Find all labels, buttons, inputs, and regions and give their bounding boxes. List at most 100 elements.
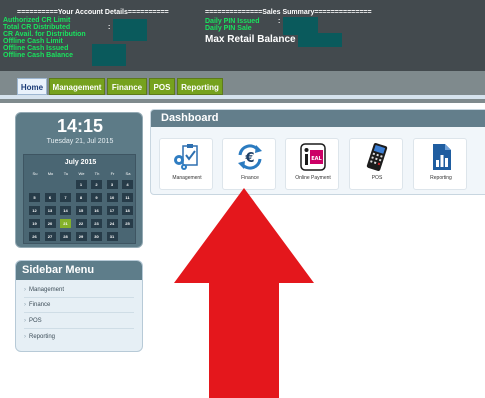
- sidebar-divider: [24, 328, 134, 329]
- tab-pos[interactable]: POS: [149, 78, 175, 95]
- sidebar-item-label: Reporting: [29, 334, 56, 340]
- tile-label: Finance: [241, 175, 259, 181]
- calendar-dow-label: Mo: [47, 171, 54, 176]
- sidebar-item-finance[interactable]: › Finance: [24, 299, 136, 311]
- bullet-icon: ›: [24, 334, 26, 340]
- svg-text:€: €: [244, 151, 254, 166]
- calendar-day[interactable]: 1: [75, 180, 87, 189]
- dashboard-tile-pos[interactable]: POS: [349, 138, 403, 190]
- sales-line-daily-pin-sale: Daily PIN Sale: [205, 25, 252, 32]
- tile-label: Reporting: [430, 175, 452, 181]
- tab-home[interactable]: Home: [17, 78, 47, 95]
- calendar-day[interactable]: 10: [106, 193, 118, 202]
- sidebar-divider: [24, 312, 134, 313]
- sales-line-daily-pin-issued: Daily PIN Issued: [205, 18, 260, 25]
- tile-label: Management: [172, 175, 202, 181]
- account-value-redacted: [113, 19, 147, 41]
- max-balance-redacted: [298, 33, 342, 47]
- account-line-offline-cash-issued: Offline Cash Issued: [3, 45, 69, 52]
- nav-divider: [0, 95, 485, 99]
- sidebar-item-management[interactable]: › Management: [24, 284, 136, 296]
- calendar-month-title: July 2015: [64, 159, 97, 166]
- clock-time: 14:15: [56, 116, 104, 136]
- calendar-day[interactable]: 8: [75, 193, 87, 202]
- calendar-day[interactable]: 31: [106, 232, 118, 241]
- calendar-day[interactable]: 2: [91, 180, 102, 189]
- tab-management[interactable]: Management: [49, 78, 105, 95]
- tab-reporting[interactable]: Reporting: [177, 78, 223, 95]
- calendar-day[interactable]: 19: [29, 219, 40, 228]
- tile-label: Online Payment: [295, 175, 331, 181]
- calendar-day[interactable]: 13: [44, 206, 56, 215]
- calendar-day[interactable]: 15: [75, 206, 87, 215]
- calendar-day[interactable]: 27: [44, 232, 56, 241]
- sidebar-item-reporting[interactable]: › Reporting: [24, 331, 136, 343]
- calendar-dow-label: We: [78, 171, 85, 176]
- max-retail-balance-label: Max Retail Balance :: [205, 34, 302, 45]
- sidebar-item-pos[interactable]: › POS: [24, 315, 136, 327]
- calendar-day[interactable]: 5: [29, 193, 40, 202]
- calendar-dow-label: Tu: [63, 171, 69, 176]
- calendar-day[interactable]: 12: [29, 206, 40, 215]
- calendar-day[interactable]: 20: [44, 219, 56, 228]
- sidebar-item-label: Management: [29, 287, 65, 293]
- calendar-day[interactable]: 25: [122, 219, 133, 228]
- calendar-day[interactable]: 14: [60, 206, 71, 215]
- calendar-day[interactable]: 23: [91, 219, 102, 228]
- calendar-dow-label: Th: [94, 171, 100, 176]
- calendar-day[interactable]: 18: [122, 206, 133, 215]
- account-header: ==========Your Account Details==========…: [0, 0, 485, 71]
- arrow-up-shape: [174, 188, 314, 398]
- clock-panel: 14:15 Tuesday 21, Jul 2015 July 2015 Su M…: [15, 112, 143, 248]
- account-line-offline-cash-limit: Offline Cash Limit: [3, 38, 63, 45]
- account-colon: :: [108, 24, 111, 31]
- calendar-day[interactable]: 28: [60, 232, 71, 241]
- account-line-authorized-cr-limit: Authorized CR Limit: [3, 17, 71, 24]
- calendar: July 2015 Su Mo Tu We Th Fr Sa 1 2 3 4 5 6 7 8 9 10 11 12 1…: [23, 154, 136, 244]
- calendar-day[interactable]: 9: [91, 193, 102, 202]
- calendar-day[interactable]: 7: [60, 193, 71, 202]
- calendar-day[interactable]: 17: [106, 206, 118, 215]
- calendar-dow-label: Sa: [125, 171, 131, 176]
- calendar-day[interactable]: 6: [44, 193, 56, 202]
- sales-summary-title: ==============Sales Summary=============…: [205, 9, 372, 16]
- svg-text:EAL: EAL: [311, 156, 322, 162]
- tab-finance[interactable]: Finance: [107, 78, 147, 95]
- calendar-day[interactable]: 29: [75, 232, 87, 241]
- calendar-dow-label: Su: [32, 171, 38, 176]
- calendar-day[interactable]: 30: [91, 232, 102, 241]
- dashboard-tile-online-payment[interactable]: EAL Online Payment: [285, 138, 339, 190]
- calendar-day[interactable]: 11: [122, 193, 133, 202]
- sidebar-item-label: POS: [29, 318, 42, 324]
- dashboard-tile-management[interactable]: Management: [159, 138, 213, 190]
- calendar-day[interactable]: 22: [75, 219, 87, 228]
- finance-icon: €: [238, 144, 262, 170]
- calendar-day[interactable]: 3: [106, 180, 118, 189]
- sales-colon: :: [278, 18, 281, 25]
- calendar-day[interactable]: 16: [91, 206, 102, 215]
- sidebar-title: Sidebar Menu: [16, 261, 142, 280]
- calendar-day[interactable]: 26: [29, 232, 40, 241]
- calendar-dow-label: Fr: [110, 171, 115, 176]
- dashboard-tile-finance[interactable]: € Finance: [222, 138, 276, 190]
- tile-label: POS: [371, 175, 383, 181]
- calendar-day[interactable]: 4: [122, 180, 133, 189]
- account-line-total-cr-distributed: Total CR Distributed: [3, 24, 71, 31]
- sidebar-divider: [24, 297, 134, 298]
- ideal-icon: EAL: [300, 143, 326, 171]
- account-details-title: ==========Your Account Details==========: [17, 9, 169, 16]
- bullet-icon: ›: [24, 287, 26, 293]
- dashboard-title: Dashboard: [151, 110, 485, 127]
- dashboard-tile-reporting[interactable]: Reporting: [413, 138, 467, 190]
- reporting-icon: [433, 144, 451, 170]
- pos-terminal-icon: [366, 142, 388, 172]
- clock-date: Tuesday 21, Jul 2015: [46, 138, 114, 145]
- calendar-day-today[interactable]: 21: [60, 219, 71, 228]
- sidebar-menu: Sidebar Menu › Management › Finance › POS ›…: [15, 260, 143, 352]
- bullet-icon: ›: [24, 318, 26, 324]
- calendar-day[interactable]: 24: [106, 219, 118, 228]
- account-line-offline-cash-balance: Offline Cash Balance: [3, 52, 74, 59]
- management-icon: [174, 144, 198, 170]
- account-line-cr-avail: CR Avail. for Distribution: [3, 31, 86, 38]
- sidebar-item-label: Finance: [29, 302, 51, 308]
